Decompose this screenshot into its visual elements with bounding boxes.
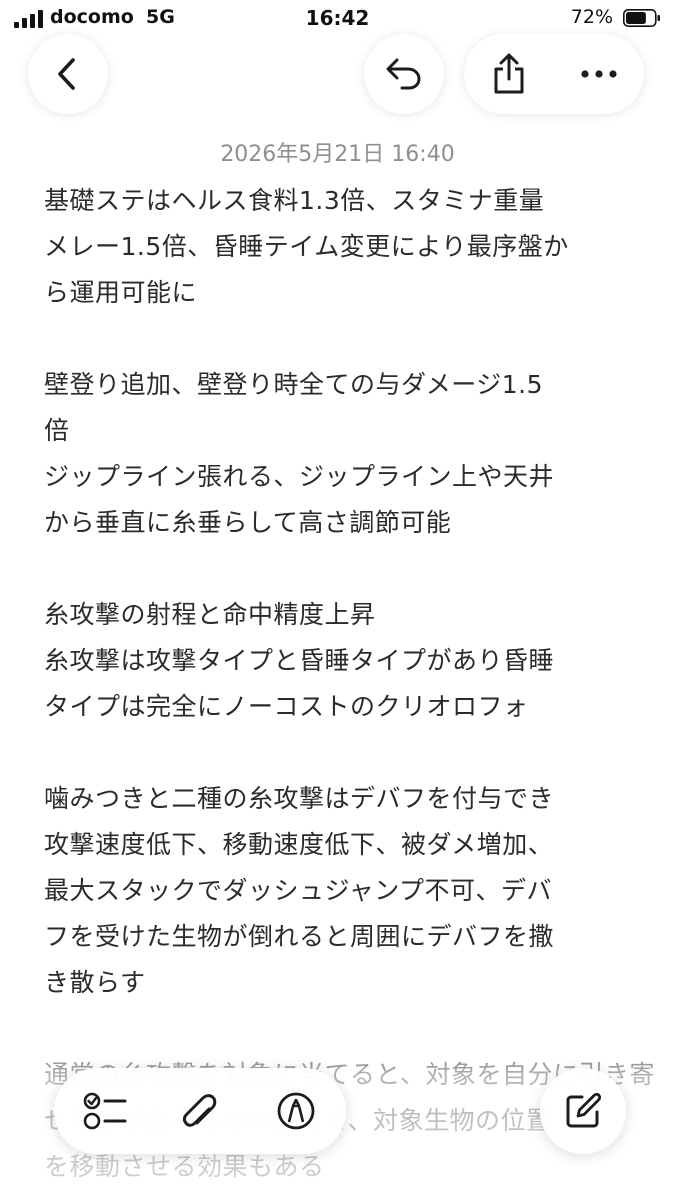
paperclip-icon <box>182 1094 217 1127</box>
ellipsis-icon <box>581 70 617 78</box>
checklist-button[interactable] <box>58 1068 154 1154</box>
note-line: ジップライン張れる、ジップライン上や天井 <box>44 462 555 491</box>
chevron-left-icon <box>58 58 75 90</box>
checklist-icon <box>83 1092 127 1130</box>
compose-icon <box>566 1092 602 1128</box>
battery-percent: 72% <box>570 6 613 28</box>
back-button[interactable] <box>28 34 108 114</box>
markup-button[interactable] <box>248 1068 344 1154</box>
note-line: 最大スタックでダッシュジャンプ不可、デバ <box>44 876 553 905</box>
note-line: タイプは完全にノーコストのクリオロフォ <box>44 692 529 721</box>
note-line: メレー1.5倍、昏睡テイム変更により最序盤か <box>44 232 569 261</box>
note-line: き散らす <box>44 968 146 997</box>
note-line: 糸攻撃は攻撃タイプと昏睡タイプがあり昏睡 <box>44 646 555 675</box>
attachment-button[interactable] <box>152 1068 248 1154</box>
note-line: から垂直に糸垂らして高さ調節可能 <box>44 508 452 537</box>
note-line: 倍 <box>44 416 70 445</box>
note-line: 噛みつきと二種の糸攻撃はデバフを付与でき <box>44 784 555 813</box>
battery-icon <box>623 9 660 27</box>
share-icon <box>494 53 524 94</box>
share-button[interactable] <box>464 34 554 114</box>
undo-icon <box>386 58 421 90</box>
undo-button[interactable] <box>364 34 444 114</box>
toolbar-pill <box>464 34 644 114</box>
compose-button[interactable] <box>540 1068 626 1154</box>
note-line: 基礎ステはヘルス食料1.3倍、スタミナ重量 <box>44 186 545 215</box>
bottom-toolbar <box>54 1068 346 1154</box>
note-line: 壁登り追加、壁登り時全ての与ダメージ1.5 <box>44 370 544 399</box>
markup-pen-icon <box>277 1092 315 1130</box>
note-line: ら運用可能に <box>44 278 198 307</box>
note-line: 糸攻撃の射程と命中精度上昇 <box>44 600 376 629</box>
note-line: フを受けた生物が倒れると周囲にデバフを撒 <box>44 922 555 951</box>
note-date: 2026年5月21日 16:40 <box>220 142 455 167</box>
more-button[interactable] <box>554 34 644 114</box>
note-line: 攻撃速度低下、移動速度低下、被ダメ増加、 <box>44 830 554 859</box>
